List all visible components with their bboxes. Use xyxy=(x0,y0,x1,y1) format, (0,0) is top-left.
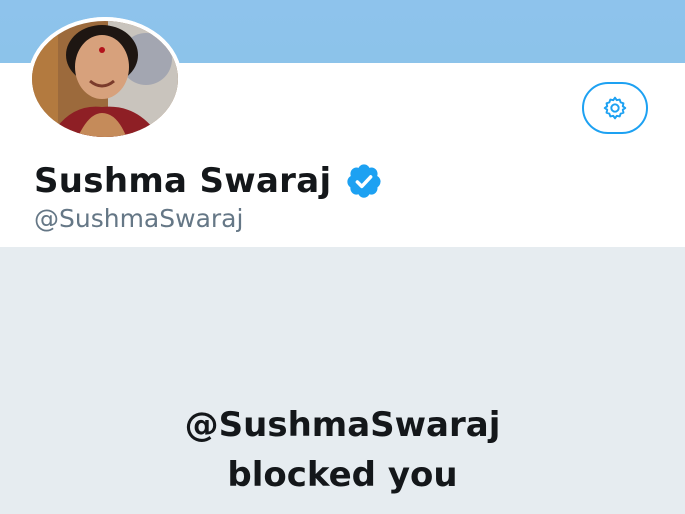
avatar-photo xyxy=(28,17,182,141)
profile-handle: @SushmaSwaraj xyxy=(34,204,244,233)
profile-screen: Sushma Swaraj @SushmaSwaraj @SushmaSwara… xyxy=(0,0,685,514)
settings-button[interactable] xyxy=(582,82,648,134)
blocked-notice: @SushmaSwaraj blocked you xyxy=(0,400,685,500)
blocked-notice-handle: @SushmaSwaraj xyxy=(184,405,501,445)
blocked-notice-text: blocked you xyxy=(227,455,458,495)
display-name-row: Sushma Swaraj xyxy=(34,158,383,204)
gear-icon xyxy=(603,96,627,120)
display-name: Sushma Swaraj xyxy=(34,161,332,201)
verified-badge-icon xyxy=(347,164,382,198)
avatar[interactable] xyxy=(28,17,182,141)
